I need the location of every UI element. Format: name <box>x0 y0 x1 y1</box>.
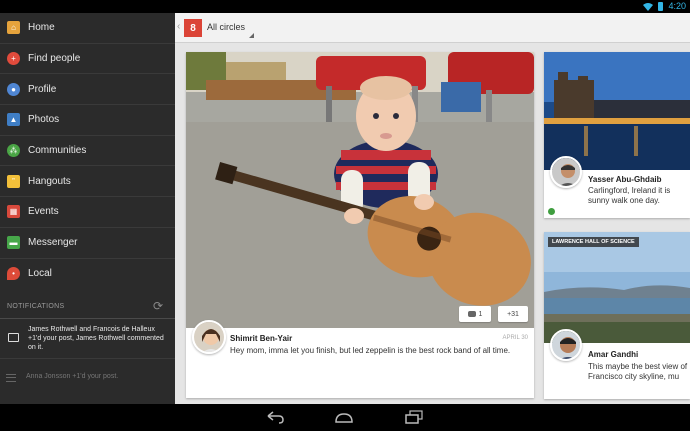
clock: 4:20 <box>668 1 686 11</box>
notification-item[interactable]: Anna Jonsson +1'd your post. <box>0 359 175 399</box>
system-nav-bar <box>0 404 690 431</box>
post-text: Hey mom, imma let you finish, but led ze… <box>230 346 511 355</box>
plus-one-button[interactable]: +31 <box>498 306 528 322</box>
status-bar: 4:20 <box>0 0 690 13</box>
nav-item-label: Communities <box>28 145 87 157</box>
wifi-icon <box>643 2 654 11</box>
post-photo[interactable] <box>544 52 690 170</box>
baby-guitar-photo <box>186 52 534 328</box>
post-date: APRIL 30 <box>502 335 528 341</box>
profile-icon: ● <box>7 82 20 96</box>
nav-item-label: Messenger <box>28 237 78 249</box>
post-card[interactable]: 1 +31 Shimrit Ben-Yair APRIL 30 Hey mom,… <box>186 52 534 398</box>
comment-count: 1 <box>478 310 483 318</box>
events-icon: ▦ <box>7 205 20 219</box>
nav-item-label: Local <box>28 268 52 280</box>
comment-count-button[interactable]: 1 <box>459 306 491 322</box>
hangouts-icon: ” <box>7 174 20 188</box>
post-card[interactable]: Yasser Abu-Ghdaib Carlingford, Ireland i… <box>544 52 690 218</box>
nav-item-messenger[interactable]: ▬ Messenger <box>0 228 175 259</box>
recent-apps-icon[interactable] <box>404 410 424 424</box>
community-icon <box>548 208 555 215</box>
messenger-icon: ▬ <box>7 236 20 250</box>
communities-icon: ⁂ <box>7 144 20 158</box>
nav-item-label: Hangouts <box>28 175 71 187</box>
post-text: Carlingford, Ireland it is sunny walk on… <box>588 186 671 205</box>
list-icon <box>6 374 16 383</box>
nav-item-events[interactable]: ▦ Events <box>0 197 175 228</box>
stream-topbar: ‹ 8 All circles <box>175 13 690 43</box>
post-photo[interactable] <box>186 52 534 328</box>
nav-item-label: Home <box>28 22 55 34</box>
battery-icon <box>658 2 664 11</box>
home-icon: ⌂ <box>7 21 20 35</box>
nav-item-home[interactable]: ⌂ Home <box>0 13 175 44</box>
local-icon: • <box>7 267 20 281</box>
notification-text: Anna Jonsson +1'd your post. <box>26 373 119 381</box>
refresh-icon[interactable]: ⟳ <box>153 299 163 313</box>
nav-item-label: Photos <box>28 114 60 126</box>
notification-item[interactable]: James Rothwell and Francois de Halleux +… <box>0 319 175 360</box>
notification-text: James Rothwell and Francois de Halleux +… <box>28 326 164 352</box>
avatar[interactable] <box>550 156 582 188</box>
post-author-row: Shimrit Ben-Yair APRIL 30 Hey mom, imma … <box>186 320 534 398</box>
comment-icon <box>8 333 19 343</box>
nav-item-communities[interactable]: ⁂ Communities <box>0 136 175 167</box>
gplus-logo[interactable]: 8 <box>184 19 202 37</box>
nav-item-label: Profile <box>28 83 57 95</box>
photos-icon: ▲ <box>7 113 20 127</box>
nav-item-label: Find people <box>28 53 81 65</box>
nav-item-profile[interactable]: ● Profile <box>0 74 175 106</box>
comment-icon <box>467 311 476 317</box>
nav-item-find-people[interactable]: + Find people <box>0 44 175 75</box>
location-tag[interactable]: LAWRENCE HALL OF SCIENCE <box>548 237 639 247</box>
back-chevron-icon[interactable]: ‹ <box>177 21 180 32</box>
back-icon[interactable] <box>265 410 285 424</box>
find-people-icon: + <box>7 52 20 66</box>
stream-area: ‹ 8 All circles 1 +31 Shimrit Ben-Yair A… <box>175 13 690 404</box>
dropdown-corner-icon <box>249 33 254 38</box>
post-author-name[interactable]: Amar Gandhi <box>588 350 638 359</box>
post-text: This maybe the best view of Francisco ci… <box>588 362 688 381</box>
home-button-icon[interactable] <box>334 410 354 424</box>
notifications-header: NOTIFICATIONS ⟳ <box>0 291 175 320</box>
avatar[interactable] <box>192 320 226 354</box>
nav-item-hangouts[interactable]: ” Hangouts <box>0 166 175 198</box>
nav-drawer: ⌂ Home + Find people ● Profile ▲ Photos … <box>0 13 175 404</box>
castle-night-photo <box>544 52 690 170</box>
post-author-name[interactable]: Shimrit Ben-Yair <box>230 334 292 343</box>
plus-one-count: +31 <box>507 310 519 318</box>
nav-item-local[interactable]: • Local <box>0 259 175 290</box>
post-author-name[interactable]: Yasser Abu-Ghdaib <box>588 175 662 184</box>
nav-item-label: Events <box>28 206 59 218</box>
bay-view-photo <box>544 232 690 343</box>
nav-item-photos[interactable]: ▲ Photos <box>0 105 175 136</box>
avatar[interactable] <box>550 329 582 361</box>
post-card[interactable]: LAWRENCE HALL OF SCIENCE Amar Gandhi Thi… <box>544 232 690 399</box>
notifications-title: NOTIFICATIONS <box>7 303 65 311</box>
status-icons: 4:20 <box>643 1 686 12</box>
post-photo[interactable] <box>544 232 690 343</box>
circle-filter-dropdown[interactable]: All circles <box>207 22 245 32</box>
